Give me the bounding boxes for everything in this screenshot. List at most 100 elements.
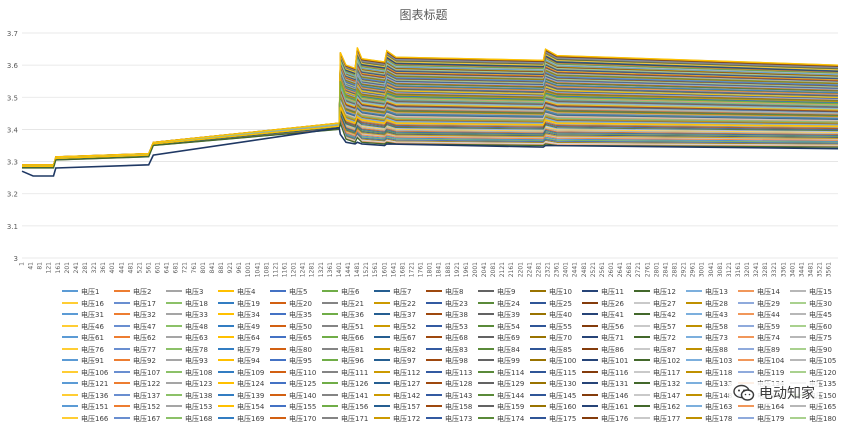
legend-item: 电压31 — [62, 310, 104, 321]
legend-swatch — [374, 347, 390, 350]
legend-swatch — [686, 313, 702, 315]
legend-swatch — [738, 313, 754, 315]
legend-swatch — [790, 370, 806, 373]
legend-item: 电压81 — [322, 345, 364, 356]
x-tick-label: 3441 — [798, 262, 805, 277]
x-tick-label: 3001 — [699, 262, 706, 277]
x-tick-label: 1161 — [282, 262, 289, 277]
x-tick-label: 3401 — [789, 262, 796, 277]
x-tick-label: 1761 — [418, 262, 425, 277]
legend-label: 电压170 — [289, 414, 317, 423]
x-tick-label: 401 — [109, 262, 116, 274]
legend-swatch — [426, 324, 442, 327]
legend-item: 电压1 — [62, 287, 99, 298]
legend-label: 电压166 — [81, 414, 109, 423]
legend-label: 电压72 — [653, 334, 676, 342]
legend-swatch — [322, 382, 338, 384]
legend-label: 电压69 — [497, 334, 520, 342]
legend-label: 电压138 — [185, 391, 213, 400]
legend-swatch — [62, 336, 78, 338]
x-tick-label: 2041 — [481, 262, 488, 277]
legend-item: 电压180 — [790, 414, 836, 425]
legend-swatch — [270, 359, 286, 361]
y-tick-label: 3.7 — [7, 30, 18, 38]
legend-swatch — [218, 416, 234, 419]
legend-label: 电压139 — [237, 391, 265, 400]
legend-label: 电压124 — [237, 380, 265, 388]
legend-swatch — [634, 416, 650, 419]
x-tick-label: 921 — [227, 262, 234, 274]
legend-swatch — [530, 370, 546, 373]
legend-label: 电压176 — [601, 414, 629, 423]
x-tick-label: 1241 — [300, 262, 307, 277]
legend-item: 电压110 — [270, 368, 316, 379]
legend-swatch — [218, 382, 234, 384]
legend-swatch — [426, 405, 442, 407]
legend-label: 电压83 — [445, 345, 468, 354]
x-tick-label: 2881 — [671, 262, 678, 277]
legend-label: 电压115 — [549, 368, 577, 377]
legend-swatch — [426, 393, 442, 396]
x-tick-label: 681 — [173, 262, 180, 274]
legend-item: 电压109 — [218, 368, 264, 379]
legend-swatch — [62, 301, 78, 304]
legend-label: 电压169 — [237, 414, 265, 423]
legend-swatch — [738, 324, 754, 327]
legend-swatch — [478, 359, 494, 361]
legend-swatch — [634, 359, 650, 361]
legend-item: 电压77 — [114, 345, 156, 356]
x-tick-label: 161 — [55, 262, 62, 274]
legend-swatch — [270, 405, 286, 407]
legend-swatch — [218, 290, 234, 292]
legend-label: 电压20 — [289, 299, 312, 308]
legend-item: 电压118 — [686, 368, 732, 379]
legend-label: 电压17 — [133, 299, 156, 308]
legend-swatch — [582, 416, 598, 419]
legend-label: 电压10 — [549, 288, 572, 296]
legend-label: 电压171 — [341, 414, 369, 423]
legend-swatch — [270, 370, 286, 373]
x-tick-label: 2321 — [545, 262, 552, 277]
legend-label: 电压88 — [705, 345, 728, 354]
legend-swatch — [478, 405, 494, 407]
legend-label: 电压6 — [341, 288, 360, 296]
legend-swatch — [790, 301, 806, 304]
legend-label: 电压73 — [705, 334, 728, 342]
legend-label: 电压44 — [757, 311, 780, 319]
legend-swatch — [426, 370, 442, 373]
x-tick-label: 81 — [37, 262, 44, 270]
legend-swatch — [686, 324, 702, 327]
legend-item: 电压83 — [426, 345, 468, 356]
y-tick-label: 3 — [14, 255, 18, 263]
legend-item: 电压144 — [478, 391, 524, 402]
legend-label: 电压5 — [289, 288, 308, 296]
legend-item: 电压178 — [686, 414, 732, 425]
legend-item: 电压151 — [62, 402, 108, 413]
legend-item: 电压116 — [582, 368, 628, 379]
legend-item: 电压89 — [738, 345, 780, 356]
x-tick-label: 441 — [118, 262, 125, 274]
legend-item: 电压108 — [166, 368, 212, 379]
x-tick-label: 1601 — [381, 262, 388, 277]
x-tick-label: 1121 — [272, 262, 279, 277]
legend-swatch — [270, 290, 286, 292]
legend-item: 电压128 — [426, 379, 472, 390]
legend-swatch — [686, 416, 702, 419]
x-tick-label: 1321 — [318, 262, 325, 277]
legend-label: 电压93 — [185, 357, 208, 365]
legend-swatch — [114, 324, 130, 327]
legend-item: 电压169 — [218, 414, 264, 425]
legend-swatch — [790, 405, 806, 407]
legend-swatch — [114, 290, 130, 292]
legend-label: 电压120 — [809, 368, 837, 377]
legend-swatch — [374, 405, 390, 407]
legend-item: 电压125 — [270, 379, 316, 390]
x-tick-label: 2561 — [599, 262, 606, 277]
legend-label: 电压121 — [81, 380, 109, 388]
legend-swatch — [166, 370, 182, 373]
legend-label: 电压28 — [705, 299, 728, 308]
legend-swatch — [686, 405, 702, 407]
legend-swatch — [322, 359, 338, 361]
legend-item: 电压27 — [634, 299, 676, 310]
legend-item: 电压16 — [62, 299, 104, 310]
